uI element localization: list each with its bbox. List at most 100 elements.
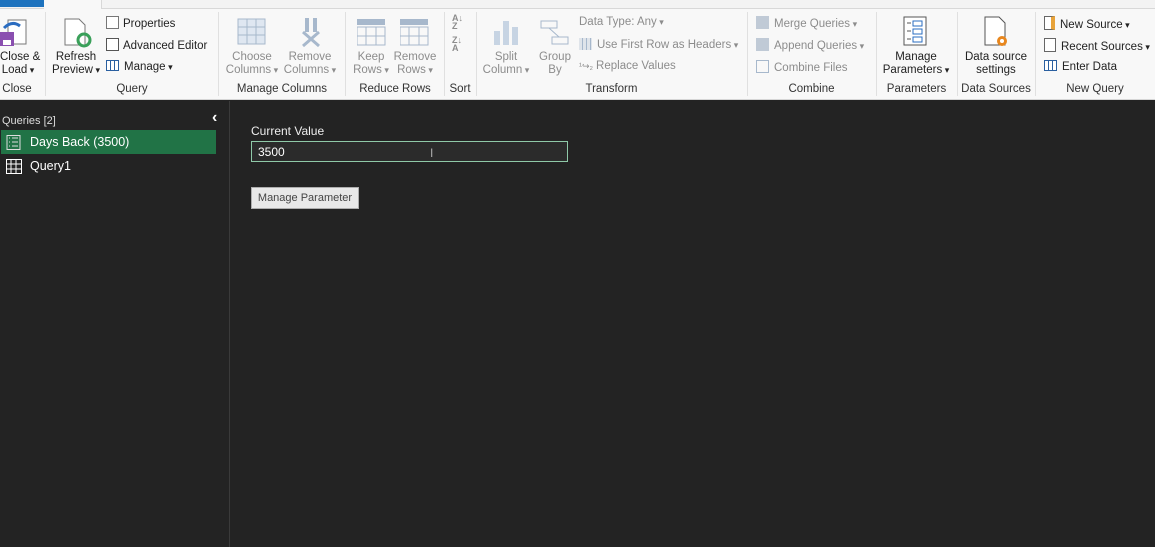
advanced-editor-icon — [106, 38, 119, 51]
close-load-button[interactable]: Close & Load — [0, 51, 40, 77]
data-source-label: Data source — [964, 51, 1027, 63]
group-label: Group — [539, 51, 571, 63]
advanced-editor-button[interactable]: Advanced Editor — [106, 38, 207, 52]
manage-parameters-icon — [903, 16, 927, 46]
new-source-label: New Source — [1060, 19, 1130, 31]
collapse-pane-chevron-icon[interactable]: ‹ — [212, 109, 217, 127]
split-column-label: Column — [483, 64, 530, 76]
ribbon: Close &Load Close RefreshPreview Propert… — [0, 9, 1155, 100]
choose-columns-button[interactable]: Choose Columns — [224, 51, 280, 77]
group-label-query: Query — [116, 83, 148, 95]
manage-parameters-button[interactable]: Manage Parameters — [880, 51, 952, 77]
merge-queries-button[interactable]: Merge Queries — [756, 16, 857, 30]
append-queries-button[interactable]: Append Queries — [756, 38, 864, 52]
data-source-settings-icon — [984, 16, 1007, 46]
queries-header: Queries [2] — [2, 115, 56, 127]
replace-values-button[interactable]: ¹↪₂ Replace Values — [579, 60, 676, 72]
split-column-icon — [494, 21, 518, 45]
preview-label: Preview — [52, 64, 100, 76]
group-label-combine: Combine — [788, 83, 835, 95]
recent-sources-label: Recent Sources — [1061, 41, 1150, 53]
refresh-preview-button[interactable]: Refresh Preview — [50, 51, 102, 77]
append-label: Append Queries — [774, 40, 864, 52]
remove-rows-label-1: Remove — [393, 51, 437, 63]
merge-label: Merge Queries — [774, 18, 857, 30]
query-item-days-back[interactable]: Days Back (3500) — [1, 130, 216, 154]
combine-files-label: Combine Files — [774, 62, 848, 74]
sort-descending-button[interactable]: Z↓ A — [452, 36, 462, 53]
data-source-settings-button[interactable]: Data source settings — [960, 51, 1032, 77]
combine-files-button[interactable]: Combine Files — [756, 60, 848, 74]
current-value-label: Current Value — [251, 124, 325, 138]
manage-params-label: Manage — [895, 51, 937, 63]
remove-rows-button[interactable]: Remove Rows — [392, 51, 438, 77]
settings-label: settings — [976, 64, 1016, 76]
recent-sources-icon — [1044, 38, 1056, 52]
close-load-label-2: Load — [2, 64, 35, 76]
new-source-button[interactable]: New Source — [1044, 16, 1130, 31]
query-item-label: Days Back (3500) — [30, 135, 130, 149]
remove-columns-label: Columns — [284, 64, 336, 76]
parameter-icon — [6, 135, 21, 150]
manage-label: Manage — [124, 61, 173, 73]
split-label: Split — [494, 51, 518, 63]
first-row-icon — [579, 38, 592, 50]
properties-icon — [106, 16, 119, 29]
replace-values-icon: ¹↪₂ — [579, 61, 594, 71]
remove-columns-icon — [302, 18, 320, 48]
keep-rows-label: Rows — [353, 64, 389, 76]
remove-label: Remove — [288, 51, 332, 63]
choose-label: Choose — [232, 51, 272, 63]
query-item-query1[interactable]: Query1 — [1, 154, 216, 178]
parameters-label: Parameters — [883, 64, 949, 76]
group-by-icon — [540, 20, 569, 45]
text-cursor-icon: I — [430, 146, 434, 160]
new-source-icon — [1044, 16, 1055, 30]
group-label-data-sources: Data Sources — [961, 83, 1031, 95]
group-label-transform: Transform — [585, 83, 638, 95]
choose-columns-icon — [237, 18, 266, 45]
combine-files-icon — [756, 60, 769, 73]
merge-icon — [756, 16, 769, 29]
enter-data-button[interactable]: Enter Data — [1044, 60, 1117, 73]
manage-button[interactable]: Manage — [106, 60, 173, 73]
properties-button[interactable]: Properties — [106, 16, 175, 30]
group-label-parameters: Parameters — [886, 83, 947, 95]
append-icon — [756, 38, 769, 51]
recent-sources-button[interactable]: Recent Sources — [1044, 38, 1150, 53]
group-label-new-query: New Query — [1066, 83, 1124, 95]
choose-columns-label: Columns — [226, 64, 278, 76]
remove-rows-icon — [400, 19, 429, 46]
group-by-button[interactable]: Group By — [535, 51, 575, 77]
ribbon-tab-strip — [0, 0, 1155, 10]
manage-parameter-button[interactable]: Manage Parameter — [251, 187, 359, 209]
group-label-sort: Sort — [449, 83, 471, 95]
query-item-label: Query1 — [30, 159, 71, 173]
split-column-button[interactable]: Split Column — [482, 51, 530, 77]
advanced-editor-label: Advanced Editor — [123, 40, 208, 52]
data-type-dropdown[interactable]: Data Type: Any — [579, 16, 664, 28]
tab-file[interactable] — [0, 0, 44, 7]
queries-pane: ‹ Queries [2] Days Back (3500) Query1 — [0, 101, 230, 547]
keep-rows-button[interactable]: Keep Rows — [350, 51, 392, 77]
current-value-input[interactable] — [251, 141, 568, 162]
enter-data-icon — [1044, 60, 1057, 71]
replace-values-label: Replace Values — [596, 60, 676, 72]
first-row-label: Use First Row as Headers — [597, 39, 738, 51]
properties-label: Properties — [123, 18, 176, 30]
close-load-icon — [0, 19, 27, 46]
table-icon — [6, 159, 22, 174]
enter-data-label: Enter Data — [1062, 61, 1117, 73]
keep-label: Keep — [357, 51, 385, 63]
keep-rows-icon — [357, 19, 386, 46]
refresh-label: Refresh — [55, 51, 97, 63]
group-label-manage-columns: Manage Columns — [236, 83, 328, 95]
group-label-close: Close — [2, 83, 32, 95]
group-label-reduce-rows: Reduce Rows — [359, 83, 431, 95]
remove-columns-button[interactable]: Remove Columns — [282, 51, 338, 77]
by-label: By — [548, 64, 562, 76]
sort-ascending-button[interactable]: A↓ Z — [452, 14, 463, 31]
refresh-icon — [64, 18, 92, 48]
close-load-label: Close & — [0, 51, 41, 63]
use-first-row-button[interactable]: Use First Row as Headers — [579, 38, 738, 51]
